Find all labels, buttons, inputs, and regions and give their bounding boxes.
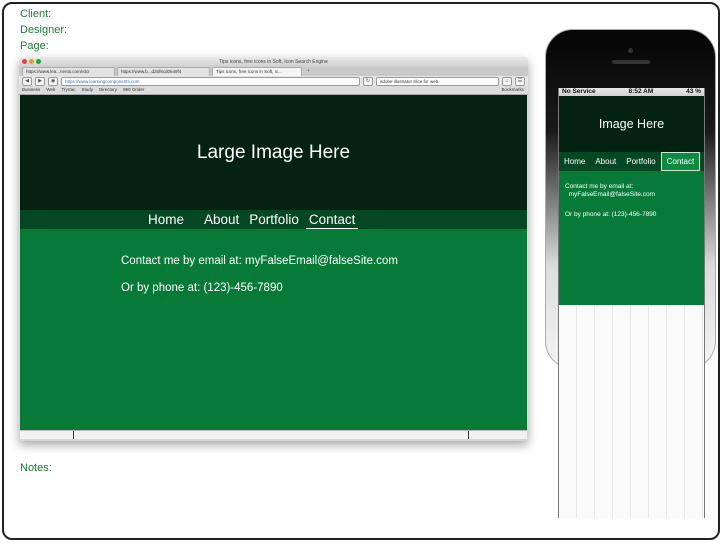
forward-icon[interactable]: ▶ (35, 76, 45, 86)
phone-nav-home[interactable]: Home (559, 152, 590, 171)
search-text: adobe illustrator slice for web (380, 78, 439, 84)
close-window-button[interactable] (22, 59, 27, 64)
page-label: Page: (20, 40, 49, 52)
camera-icon (628, 48, 633, 53)
scroll-marker (73, 431, 74, 439)
home-icon[interactable]: ⌂ (502, 76, 512, 86)
new-tab-button[interactable]: + (304, 67, 313, 76)
browser-titlebar: Tips icons, free icons in Soft, Icon Sea… (19, 57, 528, 67)
phone-status-bar: No Service 8:52 AM 43 % (559, 88, 704, 96)
scroll-marker (468, 431, 469, 439)
minimize-window-button[interactable] (29, 59, 34, 64)
phone-nav-about[interactable]: About (590, 152, 621, 171)
browser-tab[interactable]: https://www.lea...nents.com/rdcr (22, 67, 115, 76)
bookmark-item[interactable]: Study (82, 86, 94, 94)
browser-tab[interactable]: https://www.b...d25f8cd0649f4 (117, 67, 210, 76)
designer-label: Designer: (20, 24, 68, 36)
clock-text: 8:52 AM (628, 88, 654, 95)
nav-contact[interactable]: Contact (305, 211, 359, 229)
phone-line: Or by phone at: (123)-456-7890 (121, 282, 283, 294)
horizontal-scrollbar[interactable] (20, 430, 527, 439)
bookmarks-bar: Business Web TrySac Study Directory 960 … (19, 86, 528, 95)
phone-phone-line: Or by phone at: (123)-456-7890 (565, 211, 657, 218)
bookmark-item[interactable]: 960 Grider (123, 86, 144, 94)
menu-icon[interactable]: ☰ (515, 76, 525, 86)
hero-text: Large Image Here (196, 141, 351, 163)
phone-hero-text: Image Here (598, 117, 665, 131)
email-line: Contact me by email at: myFalseEmail@fal… (121, 255, 398, 267)
hero-image-placeholder: Large Image Here (20, 95, 527, 210)
carrier-text: No Service (562, 88, 596, 95)
back-icon[interactable]: ◀ (22, 76, 32, 86)
site-nav: Home About Portfolio Contact (20, 210, 527, 229)
bookmarks-menu[interactable]: Bookmarks (501, 86, 524, 94)
bookmark-item[interactable]: TrySac (61, 86, 75, 94)
address-bar[interactable]: https://www.learningcomponents.com (61, 76, 360, 86)
phone-nav-contact[interactable]: Contact (660, 152, 701, 171)
search-field[interactable]: adobe illustrator slice for web (376, 76, 499, 86)
browser-window: Tips icons, free icons in Soft, Icon Sea… (19, 57, 528, 441)
contact-section: Contact me by email at: myFalseEmail@fal… (20, 229, 527, 294)
nav-about[interactable]: About (201, 210, 242, 229)
nav-home[interactable]: Home (145, 210, 187, 229)
bookmark-item[interactable]: Web (46, 86, 55, 94)
browser-tab-active[interactable]: Tips icons, free icons in Soft, Ic... (212, 67, 302, 76)
tab-bar: https://www.lea...nents.com/rdcr https:/… (19, 67, 528, 76)
phone-email-label: Contact me by email at: (565, 183, 634, 190)
client-label: Client: (20, 8, 52, 20)
bookmark-item[interactable]: Directory (99, 86, 117, 94)
url-text: https://www.learningcomponents.com (65, 78, 140, 84)
window-controls (22, 59, 41, 64)
browser-toolbar: ◀ ▶ ◉ https://www.learningcomponents.com… (19, 76, 528, 86)
phone-email-value: myFalseEmail@falseSite.com (568, 191, 656, 198)
phone-nav: Home About Portfolio Contact (559, 152, 704, 171)
site-identity-icon[interactable]: ◉ (48, 76, 58, 86)
phone-empty-area (559, 306, 704, 518)
battery-text: 43 % (686, 88, 701, 95)
reload-icon[interactable]: ↻ (363, 76, 373, 86)
phone-nav-portfolio[interactable]: Portfolio (621, 152, 660, 171)
speaker-grille (612, 60, 650, 64)
phone-contact-section: Contact me by email at: myFalseEmail@fal… (559, 171, 704, 305)
phone-screen: No Service 8:52 AM 43 % Image Here Home … (558, 88, 705, 518)
website-viewport: Large Image Here Home About Portfolio Co… (20, 95, 527, 431)
bookmark-item[interactable]: Business (22, 86, 40, 94)
window-title: Tips icons, free icons in Soft, Icon Sea… (219, 59, 328, 65)
notes-label: Notes: (20, 462, 52, 474)
nav-portfolio[interactable]: Portfolio (246, 210, 302, 229)
maximize-window-button[interactable] (36, 59, 41, 64)
phone-hero-placeholder: Image Here (559, 96, 704, 152)
